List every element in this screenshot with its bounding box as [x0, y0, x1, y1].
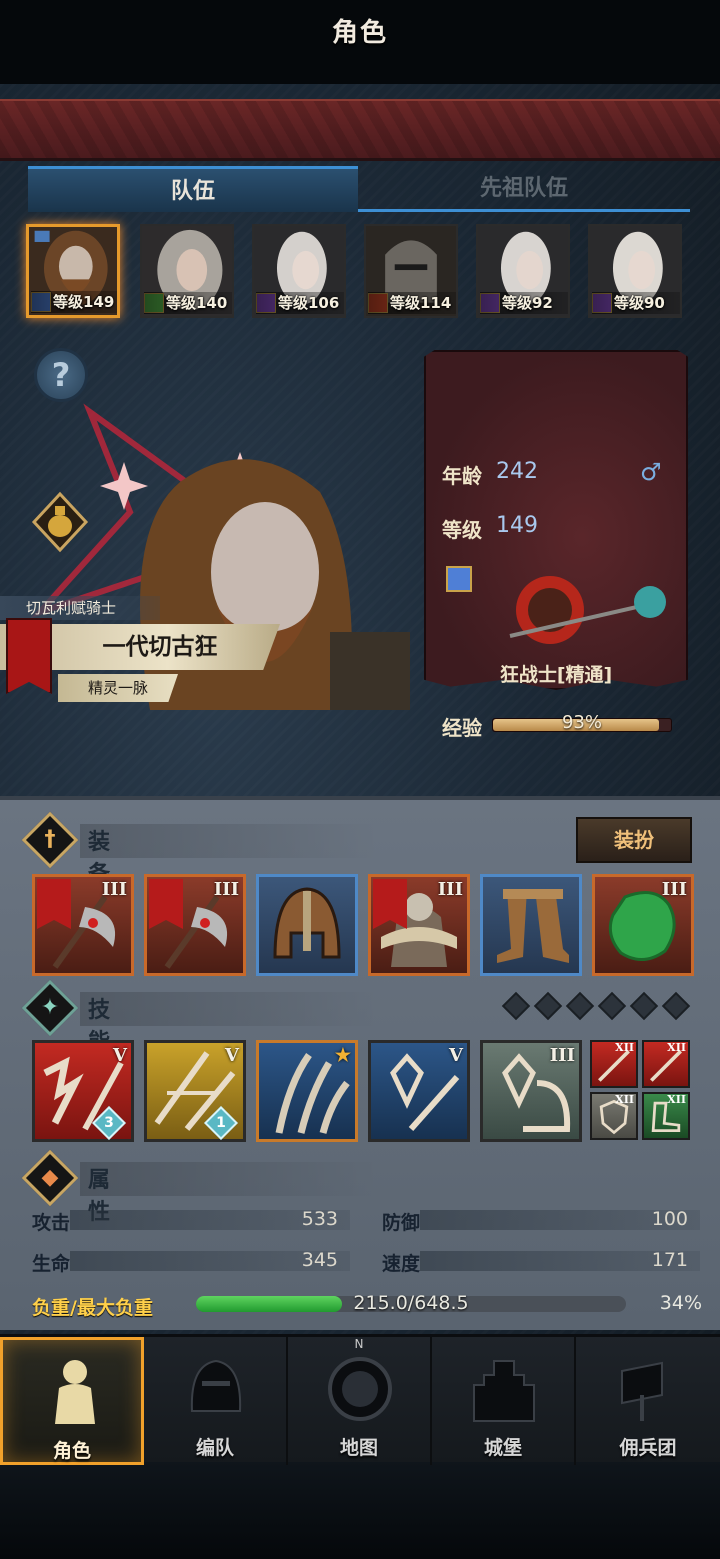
hero-title: 切瓦利赋骑士: [0, 596, 160, 620]
class-avatar: [509, 576, 666, 644]
age-value: 242: [496, 459, 538, 484]
age-label: 年龄: [442, 464, 482, 488]
skill-4[interactable]: V: [368, 1040, 470, 1142]
skill-tier: V: [113, 1045, 127, 1066]
defense-value: 100: [651, 1208, 688, 1230]
hero-name[interactable]: 一代切古狂: [60, 624, 260, 670]
passive-skill-4[interactable]: XII: [642, 1092, 690, 1140]
nav-castle[interactable]: 城堡: [432, 1337, 576, 1465]
roster-level: 等级140: [144, 292, 232, 314]
team-tabs: 队伍 先祖队伍: [28, 166, 690, 212]
nav-character[interactable]: 角色: [0, 1337, 144, 1465]
equip-tier: III: [437, 879, 463, 900]
roster-level: 等级149: [31, 291, 117, 313]
equip-tier: III: [661, 879, 687, 900]
skill-5[interactable]: III: [480, 1040, 582, 1142]
roster-slot-5[interactable]: 等级92: [476, 224, 570, 318]
flame-icon: ◆: [41, 1165, 59, 1190]
passive-skill-3[interactable]: XII: [590, 1092, 638, 1140]
passive-tier: XII: [667, 1093, 686, 1106]
compass-north: N: [354, 1337, 364, 1351]
tab-team[interactable]: 队伍: [28, 166, 358, 212]
skill-tier: V: [449, 1045, 463, 1066]
roster-slot-2[interactable]: 等级140: [140, 224, 234, 318]
nav-label: 佣兵团: [619, 1437, 677, 1459]
load-percent: 34%: [659, 1292, 702, 1314]
load-value: 215.0/648.5: [353, 1292, 469, 1314]
roster: 等级149 等级140 等级106 等级114 等级92 等级90: [26, 224, 690, 318]
male-icon: ♂: [640, 458, 662, 486]
helmet-icon: [273, 887, 341, 959]
exp-percent: 93%: [561, 712, 602, 733]
roster-level: 等级90: [592, 292, 680, 314]
passive-skill-1[interactable]: XII: [590, 1040, 638, 1088]
speed-label: 速度: [382, 1253, 421, 1275]
tab-ancestor-team[interactable]: 先祖队伍: [358, 166, 690, 212]
passive-tier: XII: [615, 1041, 634, 1054]
bottom-band: [0, 1462, 720, 1559]
nav-label: 城堡: [483, 1437, 522, 1459]
nav-label: 编队: [195, 1437, 234, 1459]
nav-label: 角色: [52, 1440, 91, 1462]
skill-tier: III: [549, 1045, 575, 1066]
help-icon[interactable]: ?: [34, 348, 88, 402]
hp-value: 345: [301, 1249, 338, 1271]
castle-icon: [473, 1360, 535, 1422]
exp-label: 经验: [442, 716, 482, 740]
compass-map-icon: [328, 1357, 392, 1421]
equip-slot-accessory[interactable]: III: [592, 874, 694, 976]
star-icon: ✦: [40, 995, 60, 1020]
attack-label: 攻击: [32, 1212, 71, 1234]
passive-tier: XII: [615, 1093, 634, 1106]
hero-race: 精灵一脉: [58, 674, 178, 702]
equip-slot-helmet[interactable]: [256, 874, 358, 976]
equip-slot-offhand[interactable]: III: [144, 874, 246, 976]
nav-formation[interactable]: 编队: [144, 1337, 288, 1465]
skill-level-badge: 1: [216, 1115, 226, 1131]
class-name: 狂战士[精通]: [499, 664, 613, 686]
skill-1[interactable]: V 3: [32, 1040, 134, 1142]
equip-slot-boots[interactable]: [480, 874, 582, 976]
equip-slot-armor[interactable]: III: [368, 874, 470, 976]
skill-tier: V: [225, 1045, 239, 1066]
level-value: 149: [496, 513, 538, 538]
dagger-icon: †: [44, 827, 56, 852]
roster-slot-1[interactable]: 等级149: [26, 224, 120, 318]
helmet-icon: [190, 1359, 242, 1412]
outfit-button[interactable]: 装扮: [576, 817, 692, 863]
nav-mercenary[interactable]: 佣兵团: [576, 1337, 720, 1465]
attack-value: 533: [301, 1208, 338, 1230]
mercenary-banner-icon: [621, 1361, 663, 1421]
boots-icon: [497, 889, 569, 963]
level-label: 等级: [442, 518, 482, 542]
class-icon: [446, 566, 472, 592]
title-bar: [0, 99, 720, 161]
page-title: 角色: [331, 18, 388, 48]
roster-slot-3[interactable]: 等级106: [252, 224, 346, 318]
skill-2[interactable]: V 1: [144, 1040, 246, 1142]
knight-icon: [55, 1360, 95, 1424]
roster-level: 等级114: [368, 292, 456, 314]
roster-level: 等级92: [480, 292, 568, 314]
load-label: 负重/最大负重: [32, 1297, 153, 1319]
potion-icon[interactable]: [28, 490, 92, 554]
equip-slot-weapon[interactable]: III: [32, 874, 134, 976]
nav-label: 地图: [339, 1437, 378, 1459]
skill-level-badge: 3: [104, 1115, 114, 1131]
roster-slot-6[interactable]: 等级90: [588, 224, 682, 318]
passive-tier: XII: [667, 1041, 686, 1054]
equip-tier: III: [101, 879, 127, 900]
roster-level: 等级106: [256, 292, 344, 314]
skill-star-icon: ★: [334, 1045, 351, 1066]
passive-skill-2[interactable]: XII: [642, 1040, 690, 1088]
speed-value: 171: [651, 1249, 688, 1271]
skill-3[interactable]: ★: [256, 1040, 358, 1142]
defense-label: 防御: [382, 1212, 421, 1234]
hp-label: 生命: [32, 1253, 71, 1275]
equip-tier: III: [213, 879, 239, 900]
bottom-nav: 角色 编队 N 地图 城堡 佣兵团: [0, 1334, 720, 1465]
nav-map[interactable]: N 地图: [288, 1337, 432, 1465]
roster-slot-4[interactable]: 等级114: [364, 224, 458, 318]
